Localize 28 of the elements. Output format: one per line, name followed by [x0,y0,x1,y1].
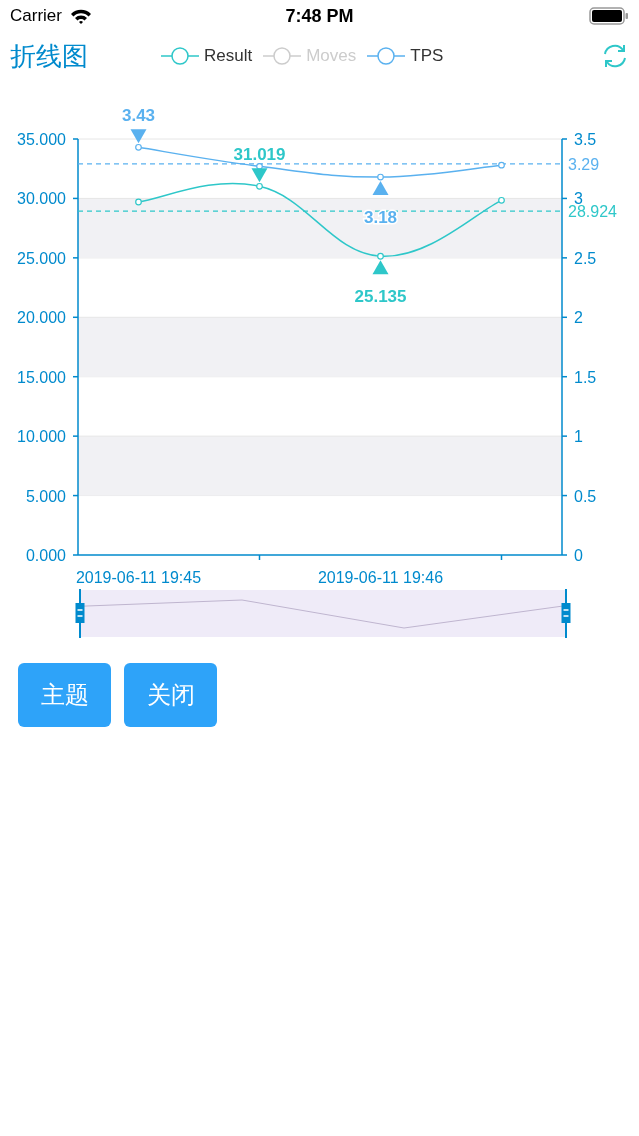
marker-label: 3.18 [363,208,398,228]
marker-label: 3.43 [121,106,156,126]
legend-label: Result [204,46,253,66]
y2-axis-label: 0.5 [574,487,597,505]
carrier-text: Carrier [10,6,62,26]
average-label: 3.29 [568,155,600,173]
marker-label: 31.019 [233,145,286,165]
y-axis-label: 10.000 [17,428,66,446]
y-axis-label: 35.000 [17,131,66,148]
y-axis-label: 15.000 [17,368,66,386]
page-title: 折线图 [10,39,89,73]
y-axis-label: 0.000 [25,547,66,564]
y2-axis-label: 2 [574,309,583,327]
y2-axis-label: 2.5 [574,249,597,267]
status-time: 7:48 PM [285,5,354,27]
y-axis-label: 30.000 [17,190,66,208]
average-label: 28.924 [568,203,617,221]
legend-label: TPS [410,46,444,66]
y-axis-label: 20.000 [17,309,66,327]
y2-axis-label: 1.5 [574,368,597,386]
x-axis-label: 2019-06-11 19:46 [317,569,444,586]
marker-label: 25.135 [354,287,407,307]
y-axis-label: 25.000 [17,249,66,267]
y2-axis-label: 1 [574,428,583,446]
x-axis-label: 2019-06-11 19:45 [75,569,202,586]
y2-axis-label: 3.5 [574,131,597,148]
y-axis-label: 5.000 [25,487,66,505]
y2-axis-label: 0 [574,547,583,564]
